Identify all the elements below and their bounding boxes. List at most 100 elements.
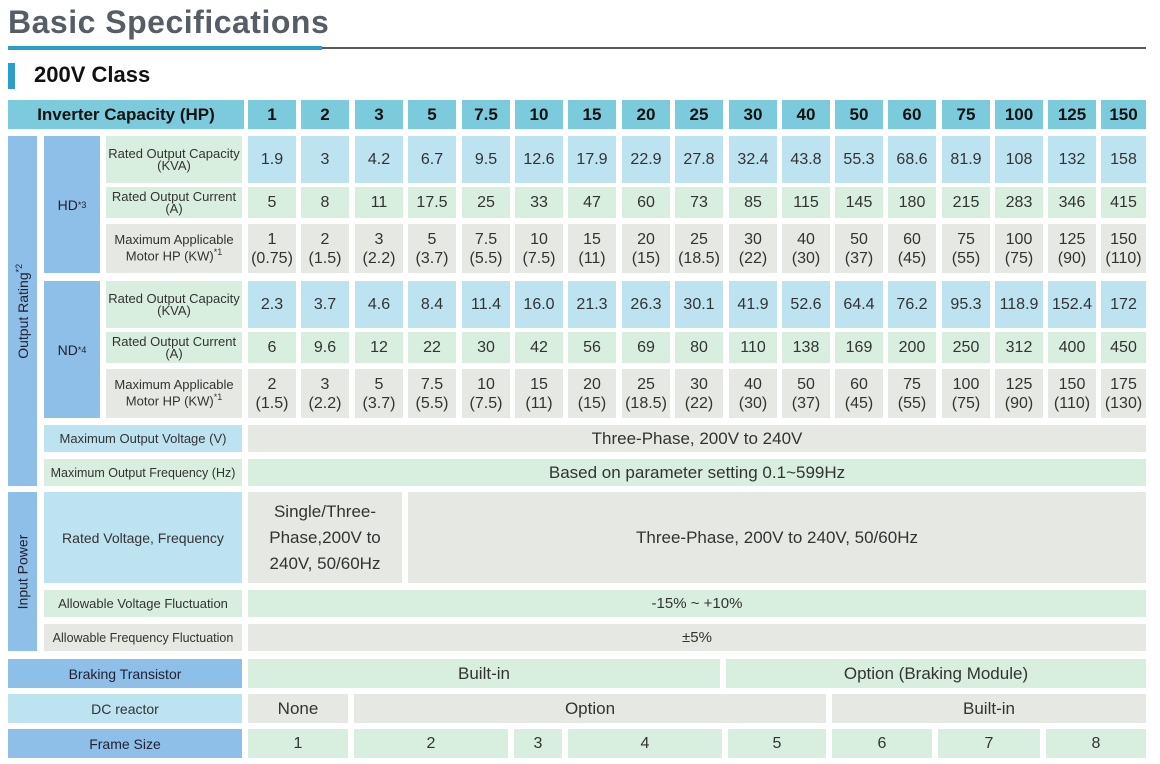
motor-kw: (55) — [951, 249, 981, 267]
motor-kw: (55) — [897, 394, 927, 412]
frame-size-cell: 4 — [568, 729, 722, 758]
hd-max-motor-cell: 3 (2.2) — [355, 224, 403, 273]
nd-max-motor-cell: 7.5 (5.5) — [408, 369, 456, 418]
motor-kw: (22) — [738, 249, 768, 267]
hd-rated-current-cell: 115 — [782, 187, 830, 218]
section-marker — [8, 63, 15, 89]
nd-max-motor-sup: *1 — [213, 392, 223, 403]
nd-rated-capacity-cell: 3.7 — [301, 281, 349, 328]
motor-hp: 40 — [797, 230, 815, 248]
hd-rated-capacity-cell: 32.4 — [729, 136, 777, 183]
hd-rated-capacity-cell: 132 — [1048, 136, 1096, 183]
nd-rated-current-cell: 80 — [675, 332, 723, 363]
nd-rated-current-cell: 110 — [729, 332, 777, 363]
capacity-header-cell: 75 — [942, 100, 990, 129]
hd-rated-capacity-cell: 81.9 — [942, 136, 990, 183]
frame-size-cell: 8 — [1046, 729, 1146, 758]
nd-rated-current-cell: 450 — [1101, 332, 1146, 363]
nd-max-motor-cell: 60 (45) — [835, 369, 883, 418]
motor-kw: (110) — [1105, 249, 1142, 267]
max-frequency-value: Based on parameter setting 0.1~599Hz — [248, 459, 1146, 486]
capacity-header-cell: 60 — [888, 100, 936, 129]
frame-size-cell: 1 — [248, 729, 348, 758]
motor-kw: (5.5) — [469, 249, 503, 267]
hd-rated-capacity-cell: 1.9 — [248, 136, 296, 183]
hd-max-motor-cell: 2 (1.5) — [301, 224, 349, 273]
nd-max-motor-cell: 10 (7.5) — [462, 369, 510, 418]
title-divider-accent — [8, 46, 322, 50]
nd-rated-current-cell: 30 — [462, 332, 510, 363]
input-power-text: Input Power — [14, 534, 31, 609]
nd-rated-current-cell: 138 — [782, 332, 830, 363]
hd-max-motor-cell: 20 (15) — [622, 224, 670, 273]
voltage-fluct-value: -15% ~ +10% — [248, 590, 1146, 617]
frame-size-cell: 6 — [832, 729, 932, 758]
motor-hp: 175 — [1110, 375, 1137, 393]
hd-rated-current-cell: 33 — [515, 187, 563, 218]
hd-rated-capacity-cell: 43.8 — [782, 136, 830, 183]
hd-max-motor-label: Maximum Applicable Motor HP (KW)*1 — [106, 224, 242, 273]
nd-rated-capacity-label: Rated Output Capacity (KVA) — [106, 281, 242, 328]
hd-rated-capacity-cell: 68.6 — [888, 136, 936, 183]
braking-builtin: Built-in — [248, 659, 720, 688]
hd-rated-current-cell: 8 — [301, 187, 349, 218]
capacity-header-cell: 3 — [355, 100, 403, 129]
hd-rated-current-cell: 215 — [942, 187, 990, 218]
capacity-header-cell: 7.5 — [462, 100, 510, 129]
capacity-header-cell: 30 — [729, 100, 777, 129]
max-voltage-value: Three-Phase, 200V to 240V — [248, 425, 1146, 452]
hd-max-motor-cell: 1 (0.75) — [248, 224, 296, 273]
nd-max-motor-cell: 150 (110) — [1048, 369, 1096, 418]
nd-rated-current-cell: 12 — [355, 332, 403, 363]
hd-rated-current-cell: 180 — [888, 187, 936, 218]
motor-kw: (2.2) — [362, 249, 396, 267]
nd-label: ND *4 — [44, 281, 100, 418]
hd-rated-capacity-cell: 4.2 — [355, 136, 403, 183]
nd-text: ND — [57, 341, 78, 358]
motor-hp: 7.5 — [474, 230, 498, 248]
rated-voltage-three: Three-Phase, 200V to 240V, 50/60Hz — [408, 492, 1146, 583]
nd-rated-current-cell: 56 — [568, 332, 616, 363]
hd-rated-capacity-label: Rated Output Capacity (KVA) — [106, 136, 242, 183]
nd-rated-capacity-cell: 95.3 — [942, 281, 990, 328]
input-power-label: Input Power — [8, 492, 37, 651]
motor-kw: (22) — [684, 394, 714, 412]
motor-kw: (30) — [791, 249, 821, 267]
frame-size-cell: 5 — [728, 729, 826, 758]
hd-rated-capacity-cell: 108 — [995, 136, 1043, 183]
hd-rated-current-cell: 47 — [568, 187, 616, 218]
hd-rated-capacity-cell: 27.8 — [675, 136, 723, 183]
motor-kw: (75) — [951, 394, 981, 412]
dc-reactor-label: DC reactor — [8, 694, 242, 723]
motor-hp: 60 — [903, 230, 921, 248]
nd-max-motor-cell: 100 (75) — [942, 369, 990, 418]
motor-hp: 10 — [477, 375, 495, 393]
capacity-header-cell: 50 — [835, 100, 883, 129]
motor-hp: 100 — [1005, 230, 1033, 248]
nd-max-motor-cell: 50 (37) — [782, 369, 830, 418]
motor-hp: 2 — [320, 230, 330, 248]
hd-max-motor-cell: 7.5 (5.5) — [462, 224, 510, 273]
max-frequency-label: Maximum Output Frequency (Hz) — [44, 459, 242, 486]
motor-hp: 1 — [267, 230, 277, 248]
dc-reactor-builtin: Built-in — [832, 694, 1146, 723]
nd-rated-current-cell: 42 — [515, 332, 563, 363]
capacity-header-cell: 125 — [1048, 100, 1096, 129]
hd-rated-current-cell: 25 — [462, 187, 510, 218]
hd-rated-current-cell: 145 — [835, 187, 883, 218]
capacity-header-cell: 150 — [1101, 100, 1146, 129]
nd-rated-capacity-cell: 21.3 — [568, 281, 616, 328]
motor-hp: 30 — [744, 230, 762, 248]
nd-sup: *4 — [77, 344, 87, 355]
hd-rated-capacity-cell: 17.9 — [568, 136, 616, 183]
hd-rated-current-cell: 85 — [729, 187, 777, 218]
hd-max-motor-cell: 125 (90) — [1048, 224, 1096, 273]
motor-hp: 15 — [530, 375, 548, 393]
motor-hp: 2 — [267, 375, 277, 393]
nd-rated-capacity-cell: 30.1 — [675, 281, 723, 328]
motor-kw: (11) — [525, 394, 553, 412]
hd-rated-current-cell: 11 — [355, 187, 403, 218]
capacity-header-cell: 20 — [622, 100, 670, 129]
hd-max-motor-cell: 30 (22) — [729, 224, 777, 273]
hd-max-motor-sup: *1 — [213, 247, 223, 258]
